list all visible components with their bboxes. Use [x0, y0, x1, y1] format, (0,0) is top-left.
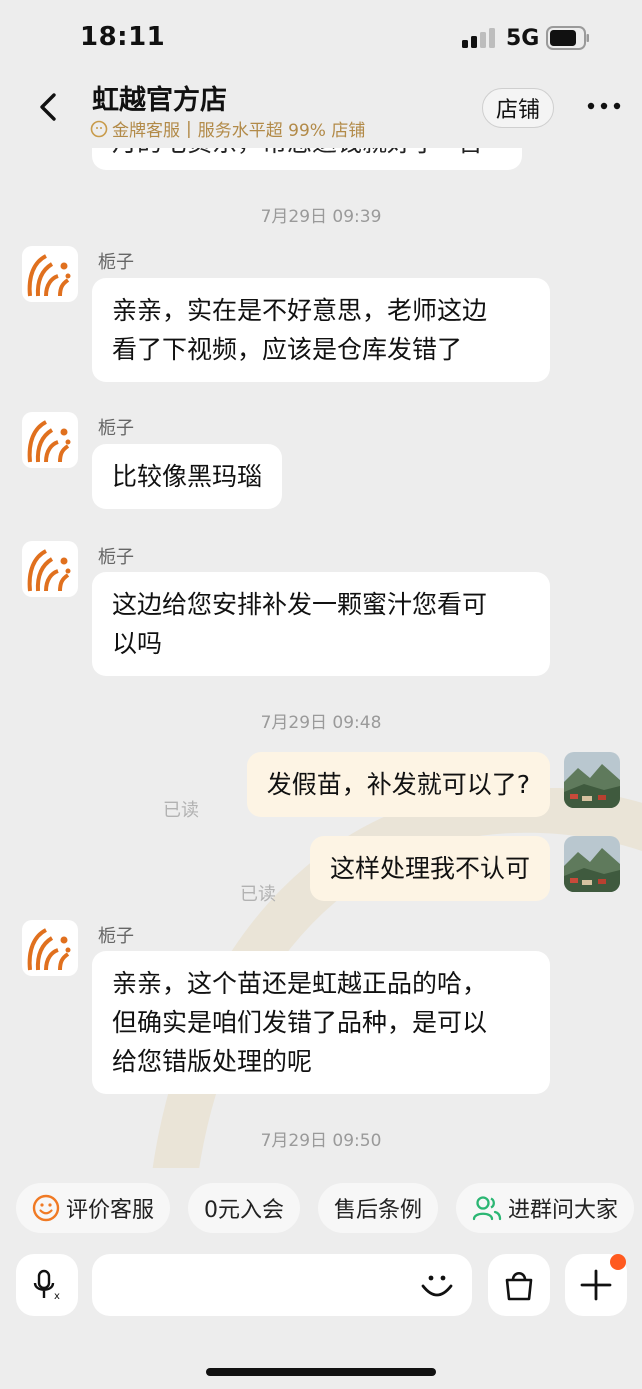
plus-icon	[580, 1269, 612, 1301]
sender-name: 栀子	[98, 926, 134, 947]
message-line: 以吗	[112, 629, 163, 658]
sender-name: 栀子	[98, 547, 134, 568]
gold-service-badge: 金牌客服	[112, 121, 180, 141]
chat-screen: 18:11 5G 虹越官方店 金牌客服 | 服务水平超 99% 店铺 店铺 7月…	[0, 0, 642, 1389]
join-group-chip[interactable]: 进群问大家	[456, 1183, 635, 1233]
message-bubble-partial[interactable]: 月的宅货东，帮您退钱就好了~吾	[92, 148, 522, 170]
emoji-icon[interactable]	[416, 1264, 458, 1306]
timestamp: 7月29日 09:39	[260, 207, 382, 227]
shop-service-info: 金牌客服 | 服务水平超 99% 店铺	[90, 116, 365, 141]
quick-actions-bar[interactable]: 评价客服 0元入会 售后条例 进群问大家	[16, 1183, 635, 1233]
agent-avatar[interactable]	[22, 246, 78, 302]
join-membership-chip[interactable]: 0元入会	[188, 1183, 301, 1233]
read-receipt: 已读	[163, 800, 199, 821]
back-arrow-icon[interactable]	[34, 92, 64, 122]
voice-button[interactable]: x	[16, 1254, 78, 1316]
read-receipt: 已读	[240, 884, 276, 905]
incoming-message[interactable]: 这边给您安排补发一颗蜜汁您看可 以吗	[92, 572, 550, 676]
message-line: 亲亲，实在是不好意思，老师这边	[112, 296, 488, 325]
agent-avatar[interactable]	[22, 920, 78, 976]
incoming-message[interactable]: 亲亲，这个苗还是虹越正品的哈， 但确实是咱们发错了品种，是可以 给您错版处理的呢	[92, 951, 550, 1094]
brand-logo-icon	[27, 420, 71, 463]
brand-logo-icon	[27, 254, 71, 297]
message-line: 给您错版处理的呢	[112, 1047, 313, 1076]
group-icon	[472, 1196, 502, 1221]
user-avatar[interactable]	[564, 836, 620, 892]
status-time: 18:11	[80, 22, 166, 52]
after-sales-terms-chip[interactable]: 售后条例	[318, 1183, 439, 1233]
message-line: 比较像黑玛瑙	[112, 462, 263, 491]
shopping-bag-button[interactable]	[488, 1254, 550, 1316]
agent-avatar[interactable]	[22, 541, 78, 597]
smiley-icon	[32, 1194, 60, 1222]
incoming-message[interactable]: 比较像黑玛瑙	[92, 444, 283, 509]
agent-avatar[interactable]	[22, 412, 78, 468]
message-line: 这边给您安排补发一颗蜜汁您看可	[112, 590, 488, 619]
status-bar: 18:11 5G	[0, 0, 642, 78]
incoming-message[interactable]: 亲亲，实在是不好意思，老师这边 看了下视频，应该是仓库发错了	[92, 278, 550, 382]
timestamp: 7月29日 09:50	[260, 1131, 382, 1151]
input-bar: x	[0, 1254, 642, 1316]
network-type: 5G	[506, 26, 540, 51]
chat-header: 虹越官方店 金牌客服 | 服务水平超 99% 店铺 店铺	[0, 78, 642, 148]
svg-text:x: x	[54, 1291, 60, 1302]
signal-icon	[462, 28, 496, 48]
message-line: 亲亲，这个苗还是虹越正品的哈，	[112, 969, 488, 998]
message-line: 但确实是咱们发错了品种，是可以	[112, 1008, 488, 1037]
outgoing-message[interactable]: 发假苗，补发就可以了?	[246, 752, 550, 817]
sender-name: 栀子	[98, 418, 134, 439]
outgoing-message[interactable]: 这样处理我不认可	[309, 836, 550, 901]
divider: |	[186, 118, 192, 139]
rate-service-chip[interactable]: 评价客服	[16, 1183, 171, 1233]
brand-logo-icon	[27, 549, 71, 592]
message-input[interactable]	[92, 1254, 472, 1316]
user-avatar[interactable]	[564, 752, 620, 808]
mountain-photo-icon	[564, 836, 620, 892]
battery-icon	[546, 26, 589, 50]
shop-title[interactable]: 虹越官方店	[92, 78, 227, 117]
timestamp: 7月29日 09:48	[260, 713, 382, 733]
service-level-text: 服务水平超 99% 店铺	[197, 121, 366, 141]
message-line: 看了下视频，应该是仓库发错了	[112, 335, 463, 364]
notification-dot	[610, 1254, 626, 1270]
home-indicator	[206, 1368, 436, 1376]
sender-name: 栀子	[98, 252, 134, 273]
brand-logo-icon	[27, 928, 71, 971]
store-button[interactable]: 店铺	[482, 88, 554, 128]
more-options-icon[interactable]	[586, 100, 622, 112]
shopping-bag-icon	[505, 1271, 533, 1301]
message-list[interactable]: 月的宅货东，帮您退钱就好了~吾 7月29日 09:39 栀子 亲亲，实在是不好意…	[0, 148, 642, 1168]
medal-icon	[90, 120, 108, 137]
microphone-icon: x	[33, 1269, 60, 1302]
mountain-photo-icon	[564, 752, 620, 808]
